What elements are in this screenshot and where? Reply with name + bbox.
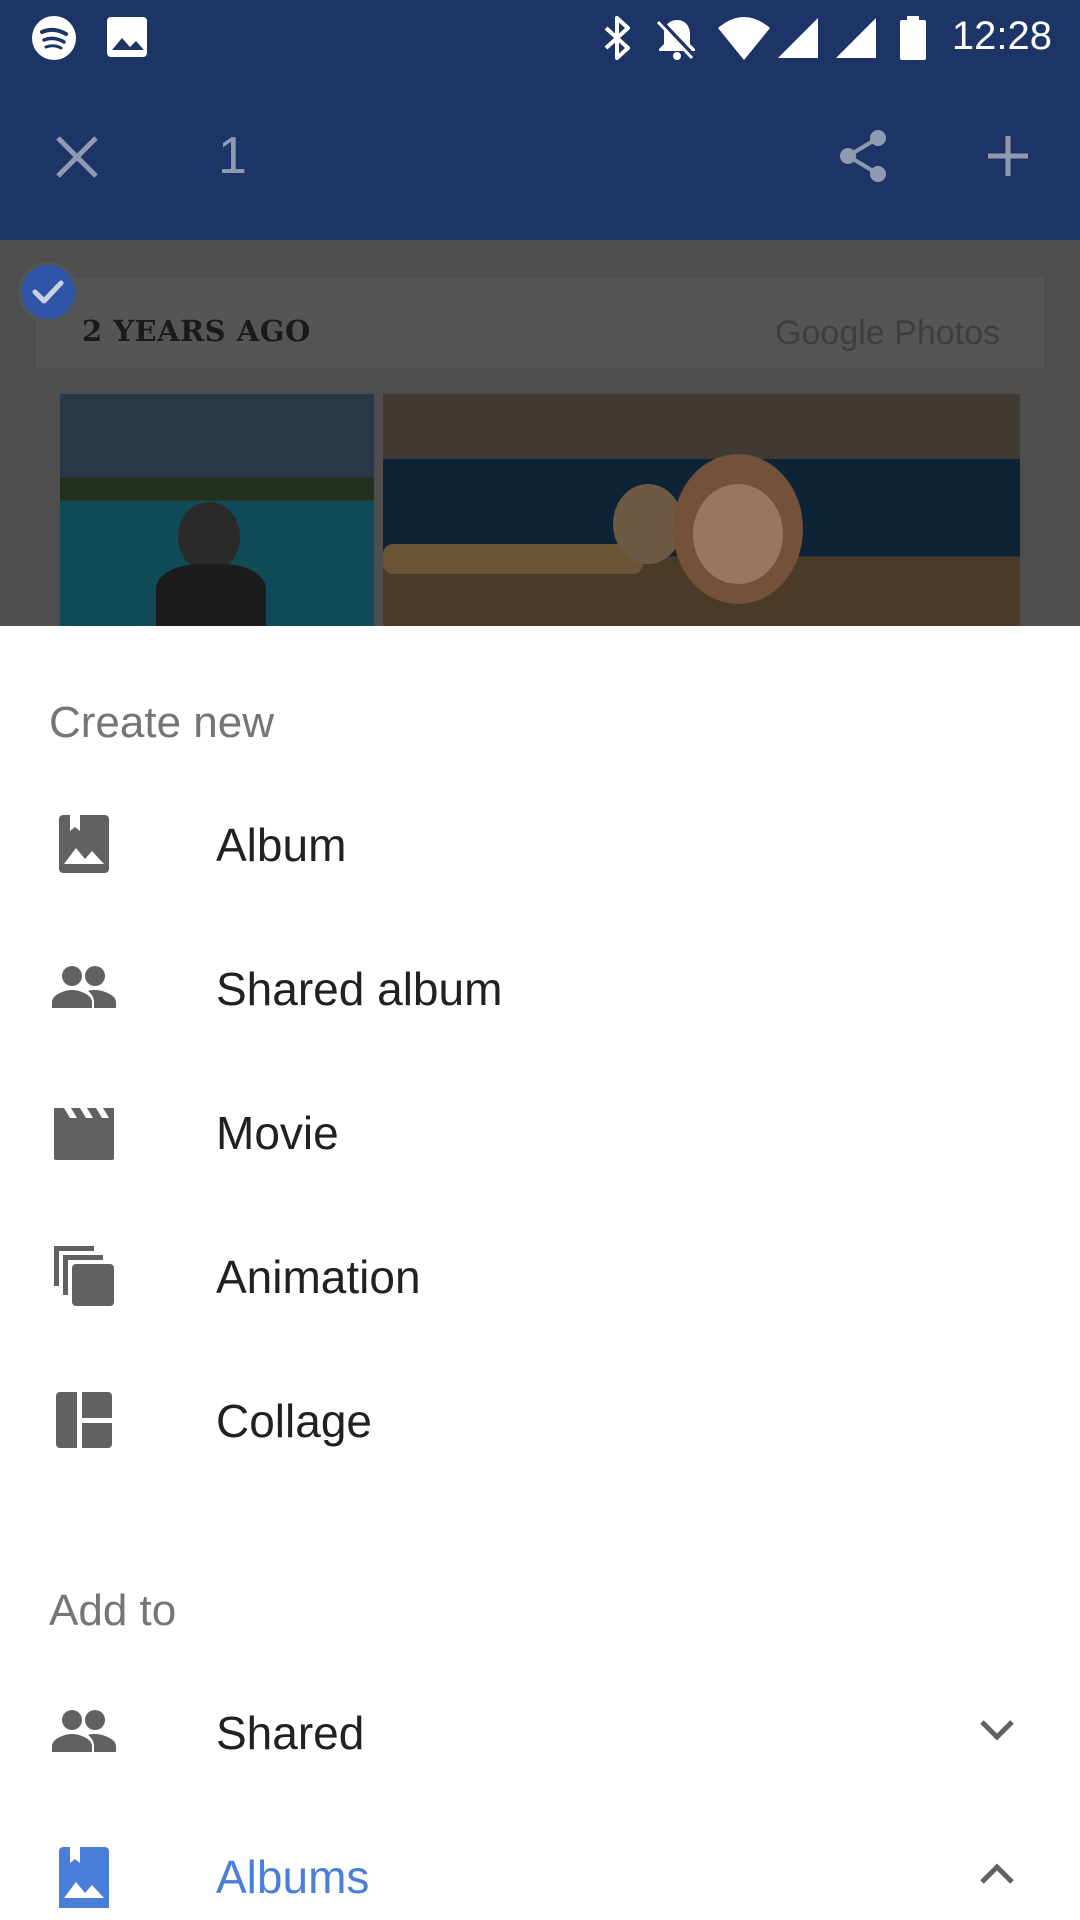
close-icon[interactable] — [52, 132, 102, 187]
create-shared-album-item[interactable]: Shared album — [0, 916, 1080, 1060]
create-animation-label: Animation — [216, 1251, 421, 1303]
create-shared-album-label: Shared album — [216, 963, 503, 1015]
add-icon[interactable] — [984, 132, 1032, 185]
share-icon[interactable] — [836, 128, 892, 189]
wifi-icon — [716, 14, 772, 67]
signal-icon — [832, 14, 878, 67]
status-bar: 12:28 — [0, 0, 1080, 76]
animation-icon — [50, 1244, 118, 1308]
selected-check-icon[interactable] — [18, 262, 78, 322]
people-icon — [50, 1700, 118, 1764]
image-icon — [104, 14, 150, 65]
create-movie-item[interactable]: Movie — [0, 1060, 1080, 1204]
selection-count: 1 — [218, 127, 247, 185]
create-movie-label: Movie — [216, 1107, 339, 1159]
add-to-shared-item[interactable]: Shared — [0, 1660, 1080, 1804]
bluetooth-icon — [598, 14, 636, 67]
photos-content: 2 YEARS AGO Google Photos — [0, 240, 1080, 626]
photo-thumbnail[interactable] — [60, 394, 374, 626]
photo-album-icon — [50, 812, 118, 876]
battery-icon — [898, 14, 928, 67]
signal-icon — [774, 14, 820, 67]
notifications-off-icon — [654, 14, 700, 67]
photo-album-icon — [50, 1844, 118, 1917]
memory-card[interactable]: 2 YEARS AGO Google Photos — [36, 278, 1044, 368]
collage-icon — [50, 1388, 118, 1452]
add-to-shared-label: Shared — [216, 1707, 365, 1759]
people-icon — [50, 956, 118, 1020]
create-collage-label: Collage — [216, 1395, 372, 1447]
create-album-label: Album — [216, 819, 347, 871]
create-collage-item[interactable]: Collage — [0, 1348, 1080, 1492]
create-bottom-sheet: Create new Album Shared album Movie Anim… — [0, 626, 1080, 1920]
memory-card-title: 2 YEARS AGO — [82, 314, 311, 348]
chevron-down-icon[interactable] — [976, 1712, 1018, 1753]
photo-thumbnail[interactable] — [383, 394, 1020, 626]
memory-card-brand: Google Photos — [775, 314, 1000, 352]
add-to-header: Add to — [49, 1586, 177, 1635]
create-new-header: Create new — [49, 698, 275, 747]
create-animation-item[interactable]: Animation — [0, 1204, 1080, 1348]
spotify-icon — [30, 14, 78, 67]
add-to-albums-label: Albums — [216, 1851, 370, 1903]
add-to-albums-item[interactable]: Albums — [0, 1804, 1080, 1920]
chevron-up-icon[interactable] — [976, 1856, 1018, 1897]
create-album-item[interactable]: Album — [0, 772, 1080, 916]
clock: 12:28 — [951, 14, 1052, 58]
movie-icon — [50, 1100, 118, 1164]
selection-app-bar: 1 — [0, 76, 1080, 240]
